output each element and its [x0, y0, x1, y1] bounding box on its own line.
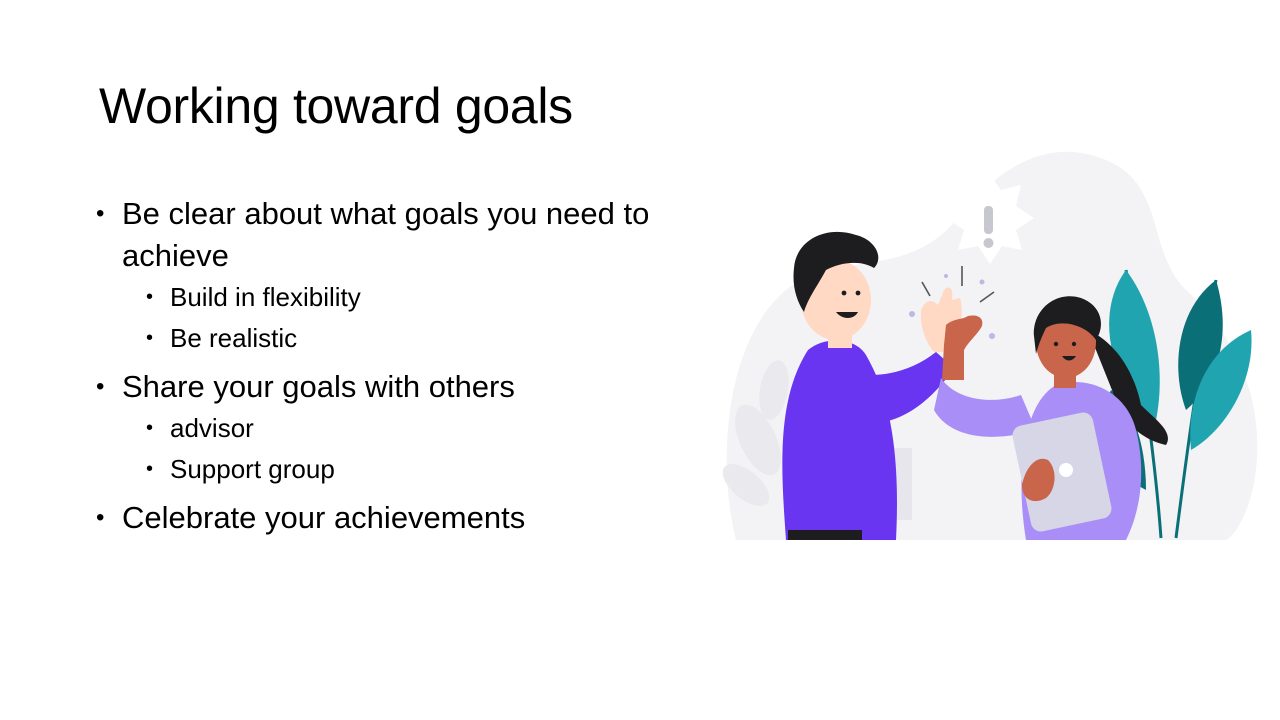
bullet-item: Share your goals with others advisor Sup…: [96, 366, 716, 490]
bullet-text: Be clear about what goals you need to ac…: [122, 196, 650, 273]
bullet-text: Share your goals with others: [122, 369, 515, 404]
high-five-illustration: [716, 140, 1264, 540]
slide-title: Working toward goals: [99, 78, 573, 134]
sub-bullet-list: advisor Support group: [122, 408, 716, 490]
bullet-text: Celebrate your achievements: [122, 500, 526, 535]
slide: Working toward goals Be clear about what…: [0, 0, 1280, 720]
bullet-list: Be clear about what goals you need to ac…: [96, 193, 716, 539]
sub-bullet-item: advisor: [122, 408, 716, 449]
bullet-item: Be clear about what goals you need to ac…: [96, 193, 716, 359]
sub-bullet-list: Build in flexibility Be realistic: [122, 277, 716, 359]
sub-bullet-item: Support group: [122, 449, 716, 490]
sub-bullet-item: Be realistic: [122, 318, 716, 359]
bullet-item: Celebrate your achievements: [96, 497, 716, 539]
sub-bullet-item: Build in flexibility: [122, 277, 716, 318]
